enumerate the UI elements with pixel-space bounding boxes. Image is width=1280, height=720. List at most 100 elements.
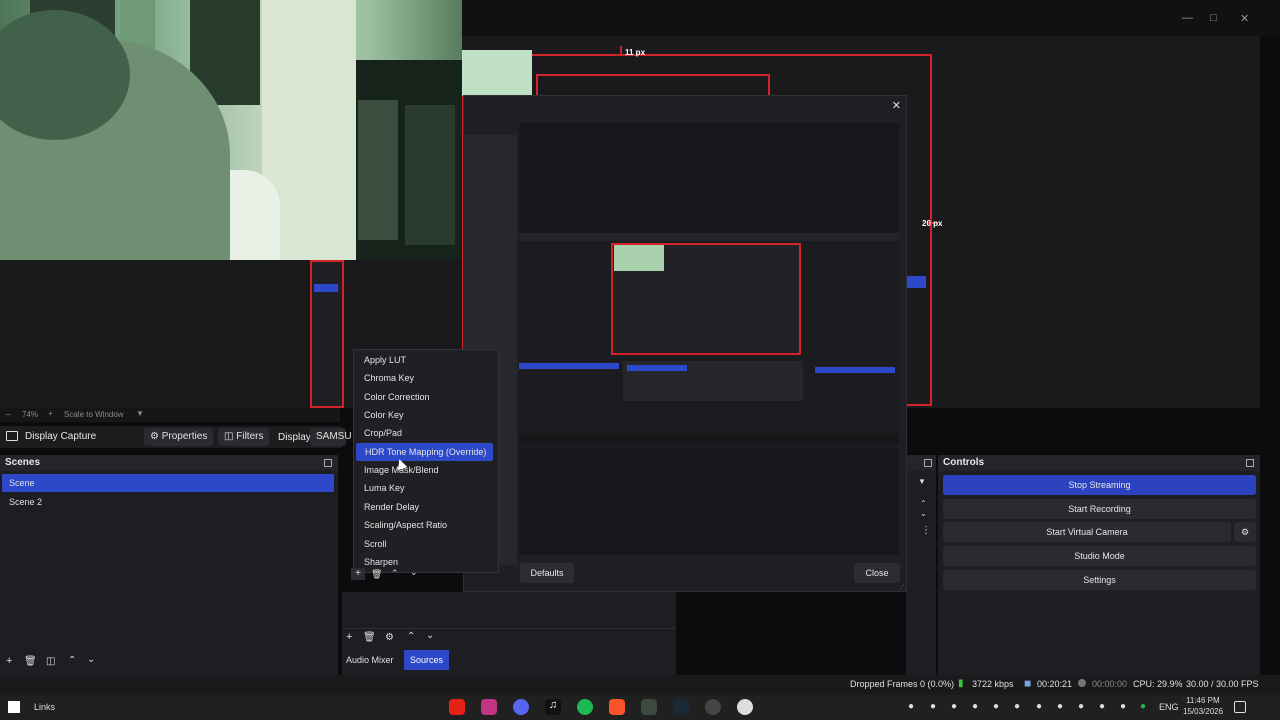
move-down-icon[interactable]: ⌄ bbox=[426, 630, 434, 641]
maximize-icon[interactable]: □ bbox=[1210, 12, 1217, 24]
stream-icon: ◼ bbox=[1024, 678, 1032, 688]
nested-control-button bbox=[815, 367, 895, 373]
taskbar-date[interactable]: 15/03/2026 bbox=[1183, 707, 1223, 716]
tray-icon[interactable]: ● bbox=[1120, 701, 1126, 712]
spin-up-icon[interactable]: ⌃ bbox=[920, 499, 927, 508]
volume-icon[interactable]: ● bbox=[1099, 701, 1105, 712]
menu-item-chroma-key[interactable]: Chroma Key bbox=[354, 369, 504, 387]
stop-streaming-button[interactable]: Stop Streaming bbox=[943, 475, 1256, 495]
chevron-down-icon[interactable]: ▼ bbox=[136, 409, 144, 418]
move-up-icon[interactable]: ⌃ bbox=[391, 568, 399, 579]
discord-icon[interactable] bbox=[513, 699, 529, 715]
cpu-usage: CPU: 29.9% bbox=[1133, 679, 1183, 689]
tray-icon[interactable]: ● bbox=[951, 701, 957, 712]
app-icon[interactable] bbox=[737, 699, 753, 715]
scene-item[interactable]: Scene bbox=[2, 474, 334, 492]
nested-scene-selected bbox=[314, 284, 338, 292]
brave-icon[interactable] bbox=[609, 699, 625, 715]
source-toolbar: Display Capture ⚙ Properties ◫ Filters D… bbox=[0, 426, 352, 448]
language-indicator[interactable]: ENG bbox=[1159, 702, 1179, 712]
dock-undock-icon[interactable] bbox=[1246, 459, 1254, 467]
menu-item-luma-key[interactable]: Luma Key bbox=[354, 479, 504, 497]
menu-item-image-mask-blend[interactable]: Image Mask/Blend bbox=[354, 461, 504, 479]
trash-icon[interactable]: 🗑 bbox=[363, 632, 376, 643]
menu-item-crop-pad[interactable]: Crop/Pad bbox=[354, 424, 504, 442]
tray-icon[interactable]: ● bbox=[908, 701, 914, 712]
defaults-button[interactable]: Defaults bbox=[520, 563, 574, 583]
nested-obs-preview bbox=[310, 260, 344, 408]
obs-icon[interactable] bbox=[705, 699, 721, 715]
notification-icon[interactable] bbox=[1234, 701, 1246, 713]
chevron-down-icon[interactable]: ▼ bbox=[918, 477, 926, 486]
spotify-icon[interactable] bbox=[577, 699, 593, 715]
steam-icon[interactable] bbox=[673, 699, 689, 715]
tray-icon[interactable]: ● bbox=[1014, 701, 1020, 712]
menu-item-render-delay[interactable]: Render Delay bbox=[354, 498, 504, 516]
tab-audio-mixer[interactable]: Audio Mixer bbox=[342, 650, 398, 670]
move-down-icon[interactable]: ⌄ bbox=[410, 567, 418, 578]
wifi-icon[interactable]: ● bbox=[1057, 701, 1063, 712]
nested-obs-screenshot bbox=[519, 233, 899, 448]
taskbar-time[interactable]: 11:46 PM bbox=[1186, 696, 1220, 705]
menu-item-scaling-aspect-ratio[interactable]: Scaling/Aspect Ratio bbox=[354, 516, 504, 534]
minimize-icon[interactable]: — bbox=[1182, 12, 1193, 24]
trash-icon[interactable]: 🗑 bbox=[24, 656, 37, 667]
menu-item-scroll[interactable]: Scroll bbox=[354, 535, 504, 553]
filter-icon[interactable]: ◫ bbox=[46, 656, 55, 667]
properties-button[interactable]: ⚙ Properties bbox=[144, 428, 214, 446]
kebab-menu-icon[interactable]: ⋮ bbox=[921, 525, 931, 536]
app-icon[interactable] bbox=[641, 699, 657, 715]
dock-undock-icon[interactable] bbox=[324, 459, 332, 467]
windows-start-icon[interactable] bbox=[8, 701, 20, 713]
tray-icon[interactable]: ● bbox=[972, 701, 978, 712]
start-recording-button[interactable]: Start Recording bbox=[943, 499, 1256, 519]
bluetooth-icon[interactable]: ● bbox=[1036, 701, 1042, 712]
gear-icon[interactable]: ⚙ bbox=[385, 632, 394, 643]
tray-icon[interactable]: ● bbox=[1078, 701, 1084, 712]
obs-title-bar: — □ ✕ bbox=[462, 0, 1280, 36]
menu-item-apply-lut[interactable]: Apply LUT bbox=[354, 351, 504, 369]
spin-down-icon[interactable]: ⌄ bbox=[920, 509, 927, 518]
zoom-out-icon[interactable]: – bbox=[6, 410, 10, 419]
youtube-icon[interactable] bbox=[449, 699, 465, 715]
scale-mode[interactable]: Scale to Window bbox=[64, 410, 124, 419]
add-source-icon[interactable]: + bbox=[346, 631, 352, 643]
distance-guide bbox=[620, 46, 622, 56]
move-up-icon[interactable]: ⌃ bbox=[407, 631, 415, 642]
display-select[interactable]: SAMSU bbox=[310, 428, 352, 446]
trash-icon[interactable]: 🗑 bbox=[371, 569, 382, 580]
menu-item-color-correction[interactable]: Color Correction bbox=[354, 388, 504, 406]
tab-sources[interactable]: Sources bbox=[404, 650, 450, 670]
close-window-icon[interactable]: ✕ bbox=[1240, 12, 1249, 25]
scene-item[interactable]: Scene 2 bbox=[2, 493, 334, 511]
tray-icon[interactable]: ● bbox=[930, 701, 936, 712]
gear-icon: ⚙ bbox=[1240, 527, 1250, 537]
dock-undock-icon[interactable] bbox=[924, 459, 932, 467]
menu-item-hdr-tone-mapping[interactable]: HDR Tone Mapping (Override) bbox=[356, 443, 493, 461]
filter-preview bbox=[519, 123, 899, 555]
tiktok-icon[interactable]: ♫ bbox=[545, 699, 561, 715]
tray-icon[interactable]: ● bbox=[993, 701, 999, 712]
zoom-in-icon[interactable]: + bbox=[48, 409, 53, 418]
instagram-icon[interactable] bbox=[481, 699, 497, 715]
resize-grip-icon[interactable]: ⋰ bbox=[898, 584, 905, 592]
close-button[interactable]: Close bbox=[854, 563, 900, 583]
move-up-icon[interactable]: ⌃ bbox=[68, 655, 76, 666]
start-virtual-camera-button[interactable]: Start Virtual Camera bbox=[943, 522, 1231, 542]
close-icon[interactable]: ✕ bbox=[892, 99, 901, 112]
studio-mode-button[interactable]: Studio Mode bbox=[943, 546, 1256, 566]
filters-button[interactable]: ◫ Filters bbox=[218, 428, 270, 446]
menu-item-color-key[interactable]: Color Key bbox=[354, 406, 504, 424]
add-scene-icon[interactable]: + bbox=[6, 655, 12, 667]
move-down-icon[interactable]: ⌄ bbox=[87, 654, 95, 665]
add-filter-icon[interactable]: + bbox=[351, 568, 365, 580]
bitrate: 3722 kbps bbox=[972, 679, 1014, 689]
source-name: Display Capture bbox=[25, 431, 97, 442]
settings-button[interactable]: Settings bbox=[943, 570, 1256, 590]
distance-label-right: 20 px bbox=[922, 219, 943, 228]
virtual-camera-settings-button[interactable]: ⚙ bbox=[1234, 522, 1256, 542]
spotify-tray-icon[interactable]: ● bbox=[1140, 701, 1146, 712]
links-toolbar[interactable]: Links bbox=[34, 702, 55, 712]
dropped-frames: Dropped Frames 0 (0.0%) bbox=[850, 679, 955, 689]
nested-title-bar bbox=[519, 233, 899, 241]
